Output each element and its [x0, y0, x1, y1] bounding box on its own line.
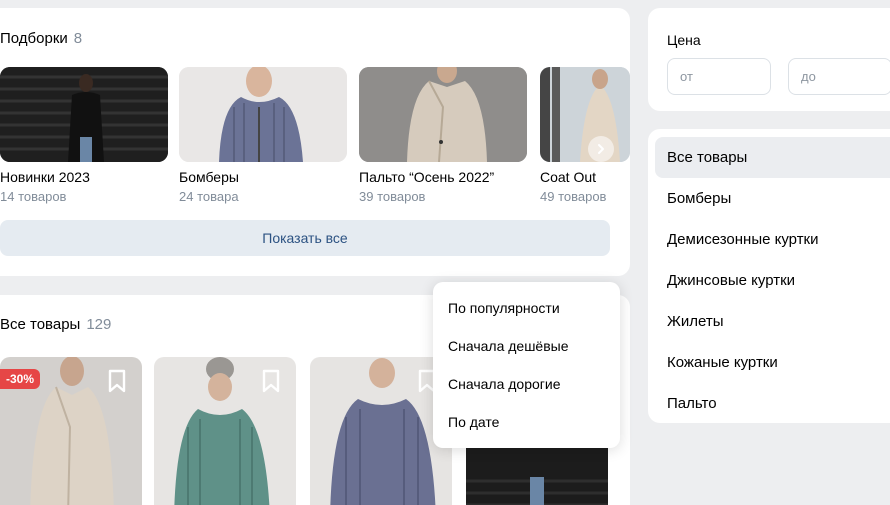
collection-card[interactable]: Coat Out 49 товаров — [540, 67, 630, 204]
collection-image — [540, 67, 630, 162]
collections-title: Подборки 8 — [0, 30, 82, 47]
price-filter-card: Цена от до — [648, 8, 890, 111]
product-card[interactable]: -30% — [0, 357, 142, 505]
category-denim-jackets[interactable]: Джинсовые куртки — [655, 260, 890, 301]
sort-option-popularity[interactable]: По популярности — [448, 300, 560, 316]
category-all[interactable]: Все товары — [655, 137, 890, 178]
bookmark-icon[interactable] — [106, 369, 128, 393]
collection-count: 14 товаров — [0, 189, 67, 204]
product-card[interactable] — [154, 357, 296, 505]
collections-count: 8 — [73, 30, 83, 47]
collection-name: Coat Out — [540, 169, 597, 185]
collection-name: Бомберы — [179, 169, 239, 185]
show-all-button[interactable]: Показать все — [0, 220, 610, 256]
collection-count: 39 товаров — [359, 189, 426, 204]
collection-count: 24 товара — [179, 189, 239, 204]
collections-title-label: Подборки — [0, 30, 68, 47]
collection-name: Новинки 2023 — [0, 169, 90, 185]
collection-image — [0, 67, 168, 162]
sort-dropdown-menu: По популярности Сначала дешёвые Сначала … — [433, 282, 620, 448]
category-demi-season-jackets[interactable]: Демисезонные куртки — [655, 219, 890, 260]
discount-badge: -30% — [0, 369, 41, 389]
price-to-input[interactable]: до — [788, 58, 890, 95]
collections-card: Подборки 8 Новинки 2023 14 товаров Бомбе… — [0, 8, 630, 276]
collection-card[interactable]: Бомберы 24 товара — [179, 67, 347, 204]
collection-count: 49 товаров — [540, 189, 607, 204]
categories-card: Все товары Бомберы Демисезонные куртки Д… — [648, 129, 890, 423]
chevron-right-icon — [598, 144, 604, 154]
products-title: Все товары 129 — [0, 316, 111, 333]
bookmark-icon[interactable] — [260, 369, 282, 393]
category-bombers[interactable]: Бомберы — [655, 178, 890, 219]
collection-image — [359, 67, 527, 162]
price-from-input[interactable]: от — [667, 58, 771, 95]
price-label: Цена — [667, 32, 701, 48]
category-vests[interactable]: Жилеты — [655, 301, 890, 342]
collection-card[interactable]: Новинки 2023 14 товаров — [0, 67, 168, 204]
collection-name: Пальто “Осень 2022” — [359, 169, 495, 185]
category-coats[interactable]: Пальто — [655, 383, 890, 424]
products-count: 129 — [86, 316, 112, 333]
carousel-next-button[interactable] — [588, 136, 614, 162]
category-leather-jackets[interactable]: Кожаные куртки — [655, 342, 890, 383]
sort-option-cheapest[interactable]: Сначала дешёвые — [448, 338, 569, 354]
collection-card[interactable]: Пальто “Осень 2022” 39 товаров — [359, 67, 527, 204]
collection-image — [179, 67, 347, 162]
products-title-label: Все товары — [0, 316, 81, 333]
product-card[interactable] — [310, 357, 452, 505]
sort-option-date[interactable]: По дате — [448, 414, 499, 430]
sort-option-expensive[interactable]: Сначала дорогие — [448, 376, 561, 392]
